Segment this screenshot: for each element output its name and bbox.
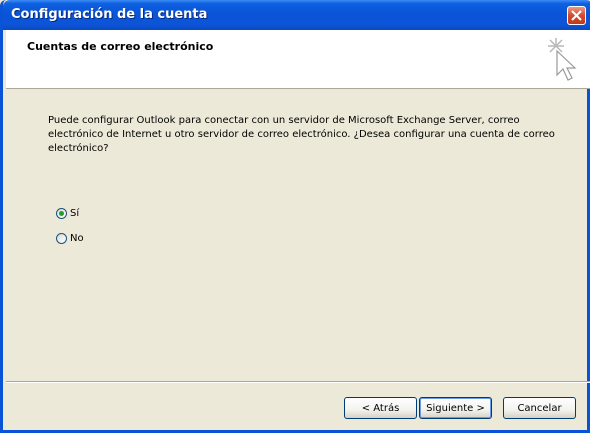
wizard-header: Cuentas de correo electrónico xyxy=(6,30,590,89)
cancel-button[interactable]: Cancelar xyxy=(503,397,576,419)
back-button[interactable]: < Atrás xyxy=(344,397,417,419)
window-title: Configuración de la cuenta xyxy=(11,7,208,22)
wizard-sparkle-cursor-icon xyxy=(548,38,577,81)
radio-option-yes[interactable]: Sí xyxy=(56,208,79,219)
close-icon xyxy=(571,10,582,21)
radio-no-label[interactable]: No xyxy=(70,233,84,244)
title-bar[interactable]: Configuración de la cuenta xyxy=(3,0,590,30)
close-button[interactable] xyxy=(567,6,586,25)
wizard-content: Puede configurar Outlook para conectar c… xyxy=(6,89,590,379)
account-settings-window: Configuración de la cuenta Cuentas de co… xyxy=(0,0,590,433)
radio-yes-label[interactable]: Sí xyxy=(70,208,79,219)
page-title: Cuentas de correo electrónico xyxy=(27,40,214,53)
radio-yes[interactable] xyxy=(56,208,67,219)
next-button[interactable]: Siguiente > xyxy=(419,397,492,419)
radio-no[interactable] xyxy=(56,233,67,244)
footer-separator xyxy=(6,381,590,383)
radio-option-no[interactable]: No xyxy=(56,233,84,244)
description-text: Puede configurar Outlook para conectar c… xyxy=(48,115,555,154)
